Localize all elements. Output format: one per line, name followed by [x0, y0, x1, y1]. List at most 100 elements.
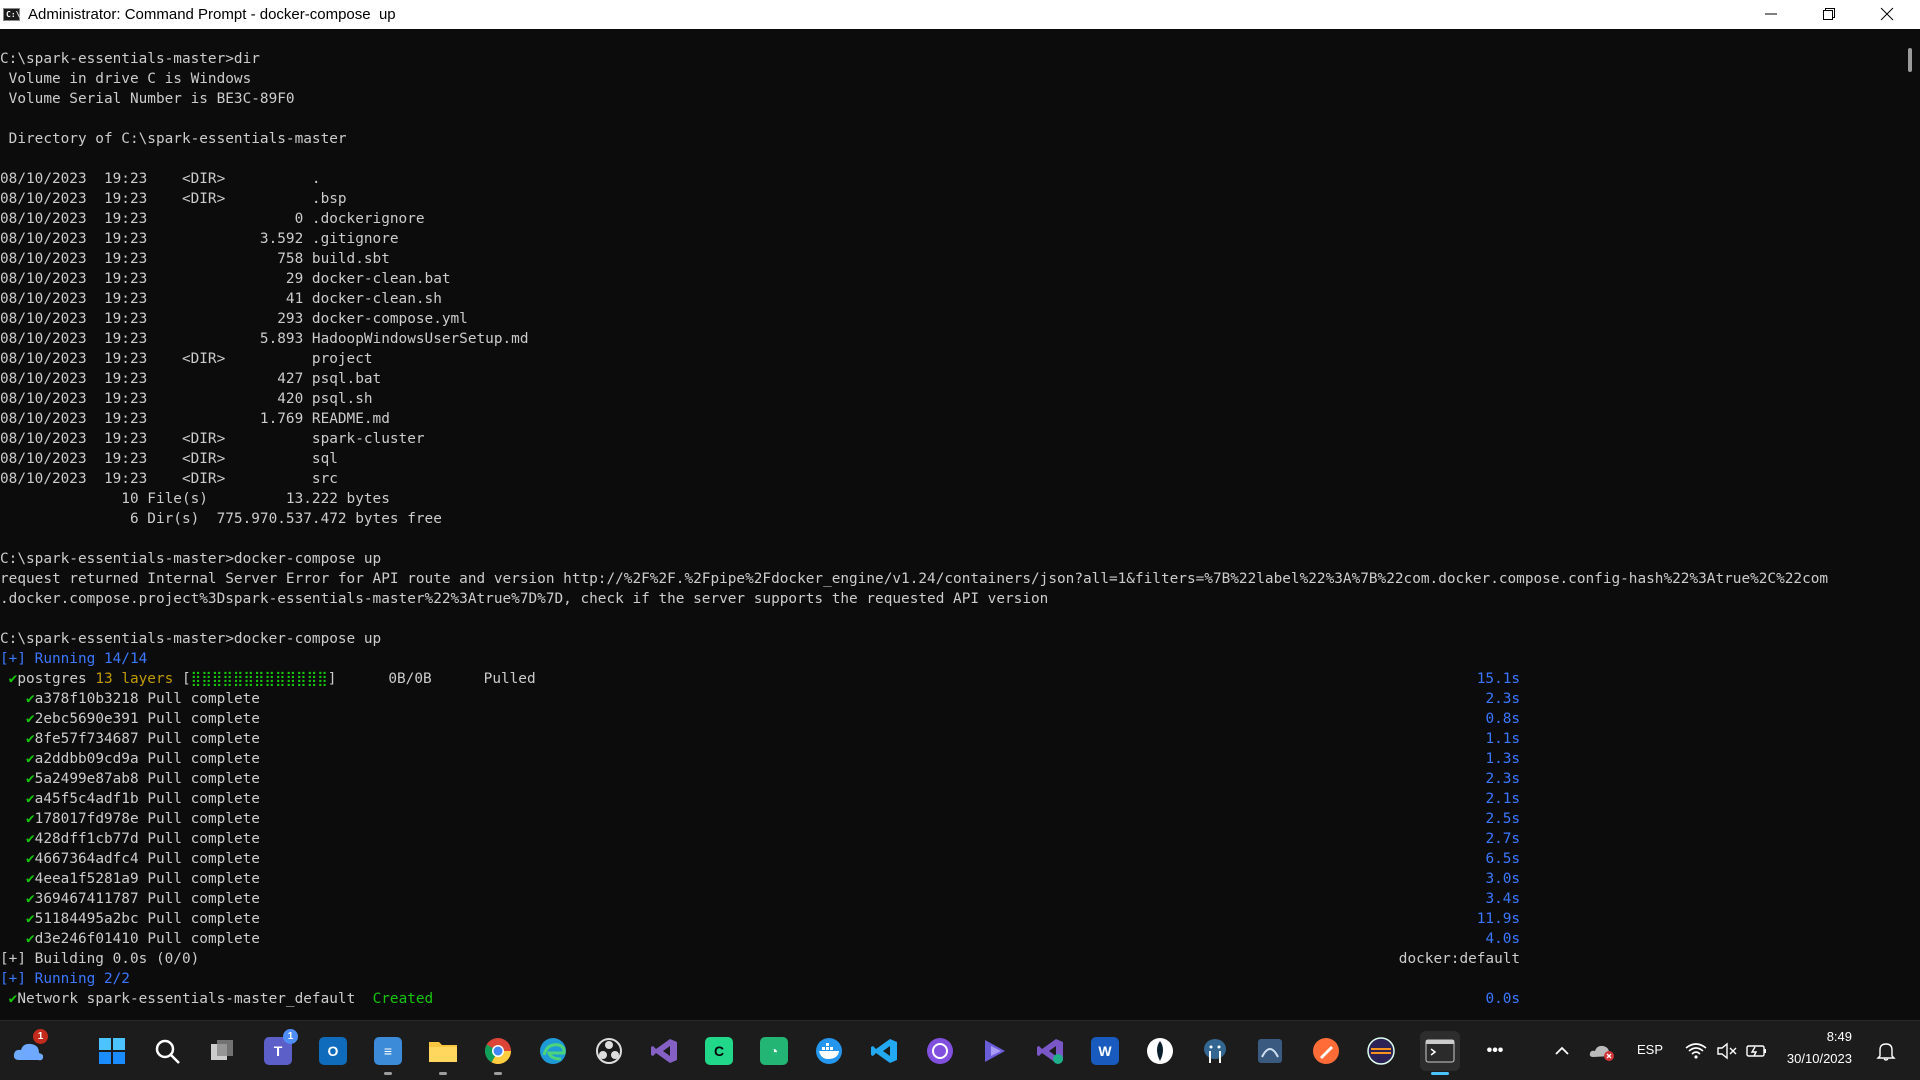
- running-indicator: [494, 1072, 502, 1075]
- pycharm-button[interactable]: C: [699, 1031, 739, 1071]
- layer-status: Pull complete: [147, 691, 260, 707]
- outlook-button[interactable]: O: [313, 1031, 353, 1071]
- running-indicator: [384, 1072, 392, 1075]
- text: [139, 811, 148, 827]
- mongodb-compass-button[interactable]: [1140, 1031, 1180, 1071]
- edge-button[interactable]: [533, 1031, 573, 1071]
- terminal-button[interactable]: [1420, 1031, 1460, 1075]
- text: [139, 871, 148, 887]
- text: [0, 911, 26, 927]
- obs-button[interactable]: [589, 1031, 629, 1071]
- file-explorer-button[interactable]: [423, 1031, 463, 1075]
- weather-widget[interactable]: 1: [8, 1029, 48, 1071]
- check-icon: ✔: [26, 811, 35, 827]
- close-button[interactable]: [1858, 0, 1916, 29]
- elapsed-time: 4.0s: [1485, 931, 1521, 947]
- layer-id: 2ebc5690e391: [34, 711, 139, 727]
- layer-count: 13 layers: [95, 671, 174, 687]
- layer-row: ✔a378f10b3218 Pull complete 2.3s: [0, 689, 1828, 709]
- text: [0, 851, 26, 867]
- layer-status: Pull complete: [147, 791, 260, 807]
- text: [0, 771, 26, 787]
- console-line: 08/10/2023 19:23 <DIR> project: [0, 351, 373, 367]
- docker-button[interactable]: [809, 1031, 849, 1071]
- input-language[interactable]: ESP: [1637, 1042, 1663, 1057]
- layer-status: Pull complete: [147, 711, 260, 727]
- check-icon: ✔: [26, 791, 35, 807]
- service-name: postgres: [17, 671, 87, 687]
- console-output[interactable]: C:\spark-essentials-master>dir Volume in…: [0, 29, 1900, 1020]
- postman-button[interactable]: [1306, 1031, 1346, 1071]
- text: [0, 931, 26, 947]
- text: [355, 991, 372, 1007]
- console-line: C:\spark-essentials-master>docker-compos…: [0, 631, 382, 647]
- show-hidden-icons-button[interactable]: [1542, 1031, 1582, 1071]
- eclipse-button[interactable]: [1361, 1031, 1401, 1071]
- console-line: 08/10/2023 19:23 420 psql.sh: [0, 391, 373, 407]
- layer-row: ✔5a2499e87ab8 Pull complete 2.3s: [0, 769, 1828, 789]
- console-line: 08/10/2023 19:23 29 docker-clean.bat: [0, 271, 451, 287]
- search-button[interactable]: [147, 1031, 187, 1071]
- terminal-icon: [1425, 1039, 1455, 1063]
- layer-id: 5a2499e87ab8: [34, 771, 139, 787]
- visual-studio-installer-button[interactable]: [1030, 1031, 1070, 1071]
- notifications-button[interactable]: [1866, 1031, 1906, 1071]
- search-icon: [155, 1039, 180, 1064]
- teams-chat-button[interactable]: T 1: [258, 1029, 298, 1071]
- overflow-button[interactable]: •••: [1475, 1031, 1515, 1071]
- clock-date[interactable]: 30/10/2023: [1774, 1051, 1852, 1066]
- datagrip-button[interactable]: ◔: [754, 1031, 794, 1071]
- elapsed-time: 0.0s: [1485, 991, 1521, 1007]
- console-line: 08/10/2023 19:23 3.592 .gitignore: [0, 231, 399, 247]
- chrome-button[interactable]: [478, 1031, 518, 1075]
- word-button[interactable]: W: [1085, 1031, 1125, 1071]
- onedrive-status[interactable]: [1582, 1031, 1622, 1071]
- console-line: Volume Serial Number is BE3C-89F0: [0, 91, 295, 107]
- layer-status: Pull complete: [147, 871, 260, 887]
- layer-status: Pull complete: [147, 771, 260, 787]
- scrollbar[interactable]: [1900, 29, 1920, 1020]
- layer-row: ✔8fe57f734687 Pull complete 1.1s: [0, 729, 1828, 749]
- restore-button[interactable]: [1800, 0, 1858, 29]
- console-line: 08/10/2023 19:23 <DIR> sql: [0, 451, 338, 467]
- network-status: Created: [372, 991, 434, 1007]
- window-title-bar[interactable]: C:\ Administrator: Command Prompt - dock…: [0, 0, 1920, 29]
- sql-server-button[interactable]: [1250, 1031, 1290, 1071]
- docker-icon: [816, 1038, 842, 1064]
- visual-studio-icon: [651, 1039, 677, 1063]
- restore-icon: [1823, 8, 1835, 20]
- teams-badge: 1: [283, 1029, 298, 1044]
- weather-badge: 1: [33, 1029, 48, 1044]
- pgadmin-button[interactable]: [1195, 1031, 1235, 1071]
- text: [139, 911, 148, 927]
- postgres-pull-row: ✔postgres 13 layers [⣿⣿⣿⣿⣿⣿⣿⣿⣿⣿⣿⣿⣿] 0B/0…: [0, 669, 1828, 689]
- console-line: 08/10/2023 19:23 1.769 README.md: [0, 411, 390, 427]
- obs-icon: [596, 1038, 622, 1064]
- layer-row: ✔a2ddbb09cd9a Pull complete 1.3s: [0, 749, 1828, 769]
- console-line: 08/10/2023 19:23 5.893 HadoopWindowsUser…: [0, 331, 529, 347]
- running-indicator: [439, 1072, 447, 1075]
- layer-id: 369467411787: [34, 891, 139, 907]
- clock-time[interactable]: 8:49: [1782, 1029, 1852, 1044]
- task-view-button[interactable]: [202, 1031, 242, 1071]
- layer-row: ✔428dff1cb77d Pull complete 2.7s: [0, 829, 1828, 849]
- github-desktop-button[interactable]: [920, 1031, 960, 1071]
- notepad-icon: ≡: [374, 1037, 402, 1065]
- check-icon: ✔: [26, 911, 35, 927]
- wifi-icon: [1685, 1043, 1707, 1059]
- check-icon: ✔: [26, 751, 35, 767]
- network-name: Network spark-essentials-master_default: [17, 991, 356, 1007]
- visual-studio-button[interactable]: [644, 1031, 684, 1071]
- word-icon: W: [1091, 1037, 1119, 1065]
- elapsed-time: 2.5s: [1485, 811, 1521, 827]
- vscode-button[interactable]: [864, 1031, 904, 1071]
- power-automate-button[interactable]: [975, 1031, 1015, 1071]
- chevron-up-icon: [1555, 1046, 1569, 1055]
- battery-status[interactable]: [1737, 1031, 1777, 1071]
- layer-status: Pull complete: [147, 831, 260, 847]
- start-button[interactable]: [92, 1031, 132, 1071]
- notepad-button[interactable]: ≡: [368, 1031, 408, 1075]
- minimize-button[interactable]: [1742, 0, 1800, 29]
- scrollbar-thumb[interactable]: [1908, 48, 1912, 72]
